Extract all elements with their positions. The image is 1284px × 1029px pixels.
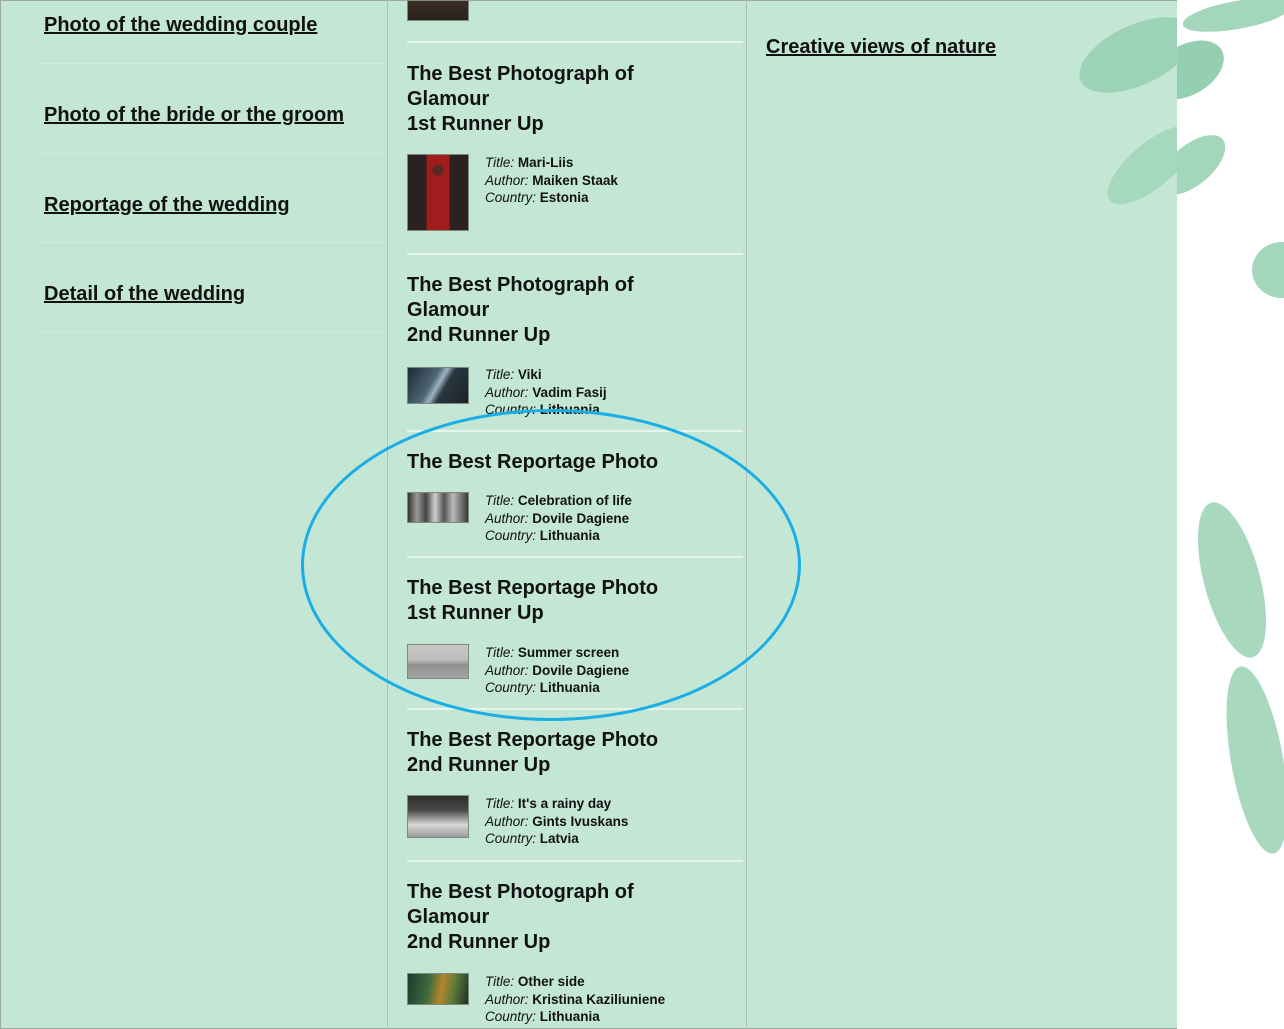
entry-meta: Title: Mari-Liis Author: Maiken Staak Co… [485,155,618,205]
entry-thumbnail[interactable] [407,367,469,404]
entry-thumbnail[interactable] [407,492,469,523]
entry-meta: Title: Celebration of life Author: Dovil… [485,493,632,543]
photo-author: Dovile Dagiene [532,510,630,526]
entry-thumbnail[interactable] [407,0,469,21]
entry-thumbnail[interactable] [407,644,469,679]
award-entry: The Best Photograph of Glamour 1st Runner … [407,62,743,242]
photo-author: Gints Ivuskans [532,813,629,829]
brush-stroke-decoration [1177,0,1284,854]
award-title: The Best Photograph of Glamour 1st Runner … [407,63,634,135]
award-title: The Best Reportage Photo [407,451,659,473]
photo-country: Lithuania [539,680,600,695]
photo-author: Dovile Dagiene [532,662,630,678]
category-list: Photo of the wedding couple Photo of the… [0,0,387,1029]
awards-list: The Best Photograph of Glamour 1st Runner … [388,0,746,1029]
award-entry: The Best Reportage Photo 2nd Runner Up Ti… [407,728,743,853]
award-entry: The Best Photograph of Glamour 2nd Runner … [407,880,743,1029]
photo-country: Latvia [539,831,579,846]
category-link-reportage[interactable]: Reportage of the wedding [44,194,290,217]
brush-stroke-decoration [1079,17,1177,205]
award-title: The Best Photograph of Glamour 2nd Runner … [407,274,634,346]
photo-title: Other side [517,974,585,989]
photo-title: Summer screen [517,645,620,660]
entry-divider [407,708,743,710]
entry-divider [407,430,743,432]
photo-country: Estonia [539,190,589,205]
photo-author: Vadim Fasij [532,384,607,400]
category-item: Photo of the bride or the groom [36,64,384,154]
category-item: Detail of the wedding [36,243,384,332]
award-title: The Best Reportage Photo 1st Runner Up [407,577,659,624]
photo-country: Lithuania [539,528,600,543]
decorative-strip [1177,0,1284,1029]
photo-title: Mari-Liis [517,155,574,170]
photo-title: Celebration of life [517,493,632,508]
award-title: The Best Photograph of Glamour 2nd Runner … [407,881,634,953]
award-title: The Best Reportage Photo 2nd Runner Up [407,729,659,776]
photo-author: Kristina Kaziliuniene [532,991,666,1007]
entry-meta: Title: Summer screen Author: Dovile Dagi… [485,645,630,695]
category-link-bride-or-groom[interactable]: Photo of the bride or the groom [44,104,344,127]
entry-meta: Title: Other side Author: Kristina Kazil… [485,974,666,1024]
category-item: Photo of the wedding couple [36,0,384,64]
category-item: Reportage of the wedding [36,154,384,243]
photo-title: Viki [517,367,542,382]
photo-title: It's a rainy day [517,796,612,811]
entry-meta: Title: Viki Author: Vadim Fasij Country:… [485,367,607,417]
award-entry: The Best Reportage Photo Title: Celebrat… [407,450,743,550]
entry-divider [407,253,743,255]
photo-author: Maiken Staak [532,172,618,188]
entry-meta: Title: It's a rainy day Author: Gints Iv… [485,796,629,846]
photo-country: Lithuania [539,1009,600,1024]
category-link-wedding-couple[interactable]: Photo of the wedding couple [44,14,317,37]
entry-divider [407,41,743,43]
right-column: Creative views of nature [747,0,1177,1029]
award-entry: The Best Photograph of Glamour 2nd Runner … [407,273,743,423]
entry-thumbnail[interactable] [407,973,469,1005]
photo-country: Lithuania [539,402,600,417]
entry-divider [407,860,743,862]
entry-thumbnail[interactable] [407,154,469,231]
category-link-detail[interactable]: Detail of the wedding [44,283,245,306]
entry-divider [407,556,743,558]
entry-thumbnail[interactable] [407,795,469,838]
award-entry: The Best Reportage Photo 1st Runner Up Ti… [407,576,743,701]
